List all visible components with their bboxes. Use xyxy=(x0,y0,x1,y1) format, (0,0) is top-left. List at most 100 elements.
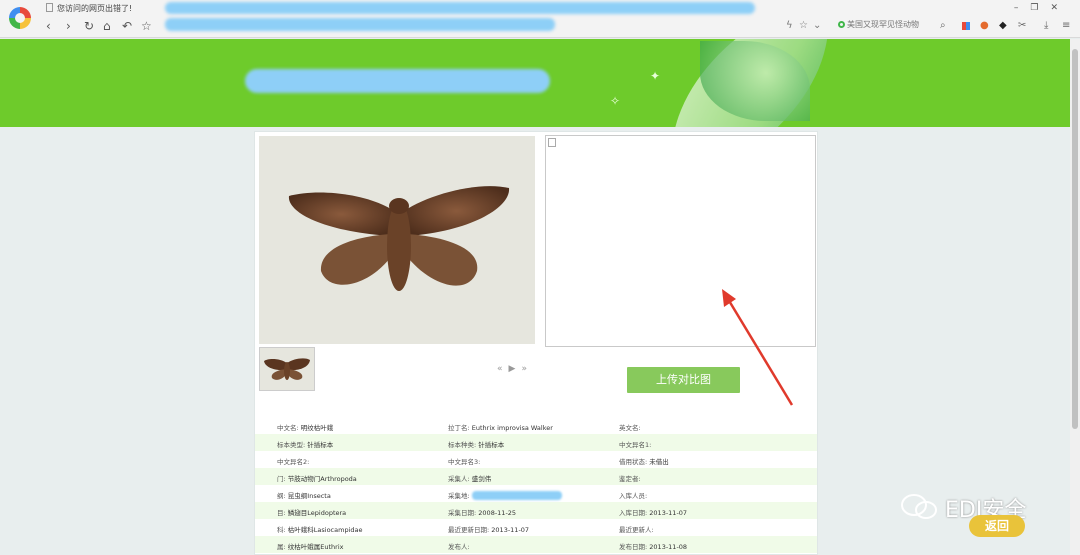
home-icon[interactable]: ⌂ xyxy=(103,20,111,32)
specimen-thumbnail[interactable] xyxy=(259,347,315,391)
redacted-value xyxy=(471,491,562,500)
info-field: 标本种类: 针插标本 xyxy=(448,439,504,449)
info-field: 最近更新日期: 2013-11-07 xyxy=(448,524,529,534)
field-label: 入库日期: xyxy=(619,509,648,517)
info-field: 最近更新人: xyxy=(619,524,654,534)
field-label: 拉丁名: xyxy=(448,424,470,432)
field-label: 属: xyxy=(277,543,286,551)
field-value: 未借出 xyxy=(649,458,669,466)
gallery-pager: «▶» xyxy=(497,364,533,374)
download-icon[interactable]: ⤓ xyxy=(1044,20,1048,31)
info-field: 纲: 昆虫纲Insecta xyxy=(277,490,331,500)
field-value: 明纹枯叶蛾 xyxy=(300,424,334,432)
close-icon[interactable]: ✕ xyxy=(1050,3,1070,13)
info-row: 标本类型: 针插标本 标本种类: 针插标本 中文异名1: xyxy=(255,434,817,451)
field-value: 鳞翅目Lepidoptera xyxy=(287,509,347,517)
flash-icon[interactable]: ϟ xyxy=(786,20,793,31)
restore-icon[interactable]: ❐ xyxy=(1030,3,1050,13)
field-label: 科: xyxy=(277,526,286,534)
specimen-photo xyxy=(259,136,535,344)
page-icon xyxy=(46,3,53,12)
reload-icon[interactable]: ↻ xyxy=(84,20,94,32)
minimize-icon[interactable]: – xyxy=(1014,3,1031,13)
field-value: 针插标本 xyxy=(478,441,505,449)
field-value: 盛剑伟 xyxy=(471,475,492,483)
search-placeholder: 美国又现罕见怪动物 xyxy=(847,20,919,29)
info-field: 入库日期: 2013-11-07 xyxy=(619,507,687,517)
broken-image-icon xyxy=(548,138,556,147)
field-value: 2013-11-07 xyxy=(649,509,688,517)
field-label: 目: xyxy=(277,509,286,517)
redacted-tab-region xyxy=(165,2,755,14)
tab-title: 您访问的网页出错了! xyxy=(57,4,133,13)
info-field: 鉴定者: xyxy=(619,473,641,483)
bookmark-icon[interactable]: ☆ xyxy=(799,20,808,31)
field-value: 2013-11-08 xyxy=(649,543,688,551)
info-field: 标本类型: 针插标本 xyxy=(277,439,333,449)
field-value: 2008-11-25 xyxy=(478,509,517,517)
page-scrollbar[interactable] xyxy=(1070,39,1080,555)
wechat-icon xyxy=(901,494,937,519)
scissors-icon[interactable]: ✂ xyxy=(1018,20,1026,31)
star-icon[interactable]: ☆ xyxy=(141,20,152,32)
info-row: 中文名: 明纹枯叶蛾 拉丁名: Euthrix improvisa Walker 英… xyxy=(255,417,817,434)
info-field: 采集日期: 2008-11-25 xyxy=(448,507,516,517)
field-label: 采集地: xyxy=(448,492,470,500)
info-row: 科: 枯叶蛾科Lasiocampidae 最近更新日期: 2013-11-07 最近… xyxy=(255,519,817,536)
scrollbar-thumb[interactable] xyxy=(1072,49,1078,429)
browser-logo-icon xyxy=(9,7,31,29)
field-label: 纲: xyxy=(277,492,286,500)
info-field: 发布日期: 2013-11-08 xyxy=(619,541,687,551)
extension-icon[interactable]: ● xyxy=(980,20,989,31)
diamond-icon[interactable]: ◆ xyxy=(999,20,1007,31)
back-button[interactable]: 返回 xyxy=(969,515,1025,537)
redacted-address-bar[interactable] xyxy=(165,18,555,31)
info-field: 中文异名2: xyxy=(277,456,309,466)
apps-icon[interactable] xyxy=(962,22,970,30)
field-value: Euthrix improvisa Walker xyxy=(471,424,553,432)
redacted-site-title xyxy=(245,69,550,93)
chevron-down-icon[interactable]: ⌄ xyxy=(813,20,821,31)
site-banner: ✦ ✧ xyxy=(0,39,1070,127)
field-label: 中文异名3: xyxy=(448,458,481,466)
info-field: 中文异名1: xyxy=(619,439,651,449)
forward-icon[interactable]: › xyxy=(66,20,71,32)
field-value: 昆虫纲Insecta xyxy=(287,492,331,500)
search-logo-icon xyxy=(838,21,845,28)
info-field: 采集人: 盛剑伟 xyxy=(448,473,491,483)
field-label: 发布日期: xyxy=(619,543,648,551)
specimen-info-table: 中文名: 明纹枯叶蛾 拉丁名: Euthrix improvisa Walker 英… xyxy=(255,417,817,553)
browser-tab[interactable]: 您访问的网页出错了! xyxy=(46,3,132,14)
field-label: 借用状态: xyxy=(619,458,648,466)
info-field: 采集地: xyxy=(448,490,562,500)
info-row: 属: 纹枯叶蛾属Euthrix 发布人: 发布日期: 2013-11-08 xyxy=(255,536,817,553)
search-suggestion[interactable]: 美国又现罕见怪动物 xyxy=(838,19,932,33)
field-value: 纹枯叶蛾属Euthrix xyxy=(287,543,344,551)
field-label: 入库人员: xyxy=(619,492,648,500)
info-field: 门: 节肢动物门Arthropoda xyxy=(277,473,357,483)
sparkle-icon: ✦ xyxy=(650,69,661,83)
field-label: 英文名: xyxy=(619,424,641,432)
info-row: 目: 鳞翅目Lepidoptera 采集日期: 2008-11-25 入库日期: 2… xyxy=(255,502,817,519)
undo-icon[interactable]: ↶ xyxy=(122,20,132,32)
field-label: 采集日期: xyxy=(448,509,477,517)
next-icon[interactable]: » xyxy=(521,364,533,374)
field-value: 节肢动物门Arthropoda xyxy=(287,475,357,483)
field-value: 针插标本 xyxy=(307,441,334,449)
info-field: 中文名: 明纹枯叶蛾 xyxy=(277,422,333,432)
field-label: 发布人: xyxy=(448,543,470,551)
info-field: 借用状态: 未借出 xyxy=(619,456,669,466)
field-label: 标本类型: xyxy=(277,441,306,449)
browser-toolbar: 您访问的网页出错了! –❐✕ ‹ › ↻ ⌂ ↶ ☆ ϟ ☆ ⌄ 美国又现罕见怪… xyxy=(0,0,1080,38)
field-label: 采集人: xyxy=(448,475,470,483)
menu-icon[interactable]: ≡ xyxy=(1062,20,1070,31)
info-field: 英文名: xyxy=(619,422,641,432)
back-icon[interactable]: ‹ xyxy=(46,20,51,32)
sparkle-icon: ✧ xyxy=(610,94,621,108)
play-icon[interactable]: ▶ xyxy=(509,364,522,374)
field-label: 中文异名1: xyxy=(619,441,652,449)
prev-icon[interactable]: « xyxy=(497,364,509,374)
search-icon[interactable]: ⌕ xyxy=(940,20,946,31)
moth-thumbnail-image xyxy=(264,358,310,380)
moth-image xyxy=(288,186,510,291)
